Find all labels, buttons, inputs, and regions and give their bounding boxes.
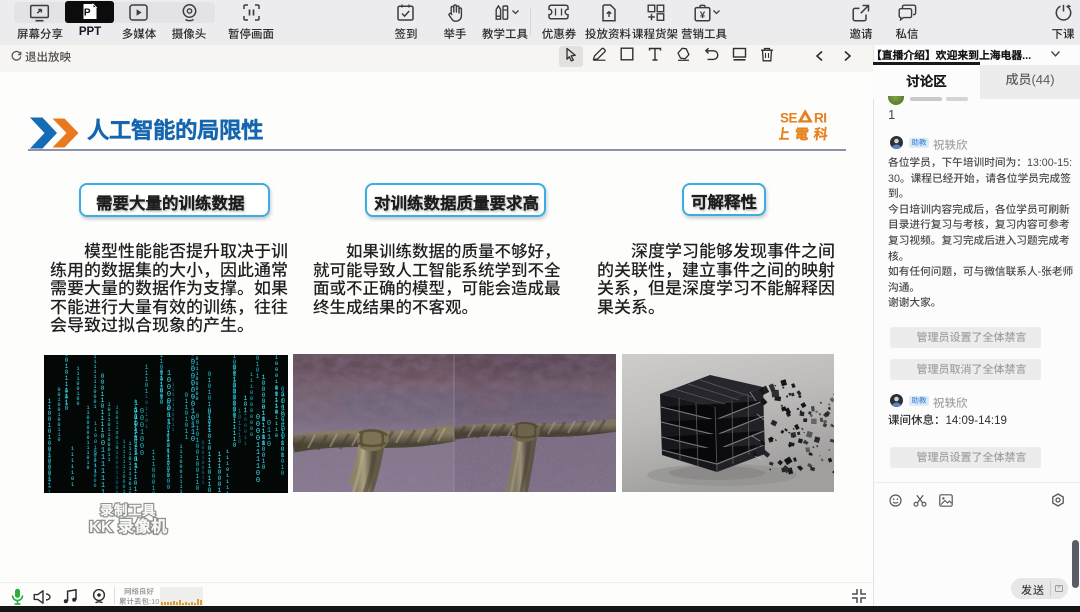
svg-text:上電科: 上電科 (779, 124, 834, 144)
svg-text:P: P (84, 8, 91, 19)
svg-text:¥: ¥ (700, 10, 706, 21)
